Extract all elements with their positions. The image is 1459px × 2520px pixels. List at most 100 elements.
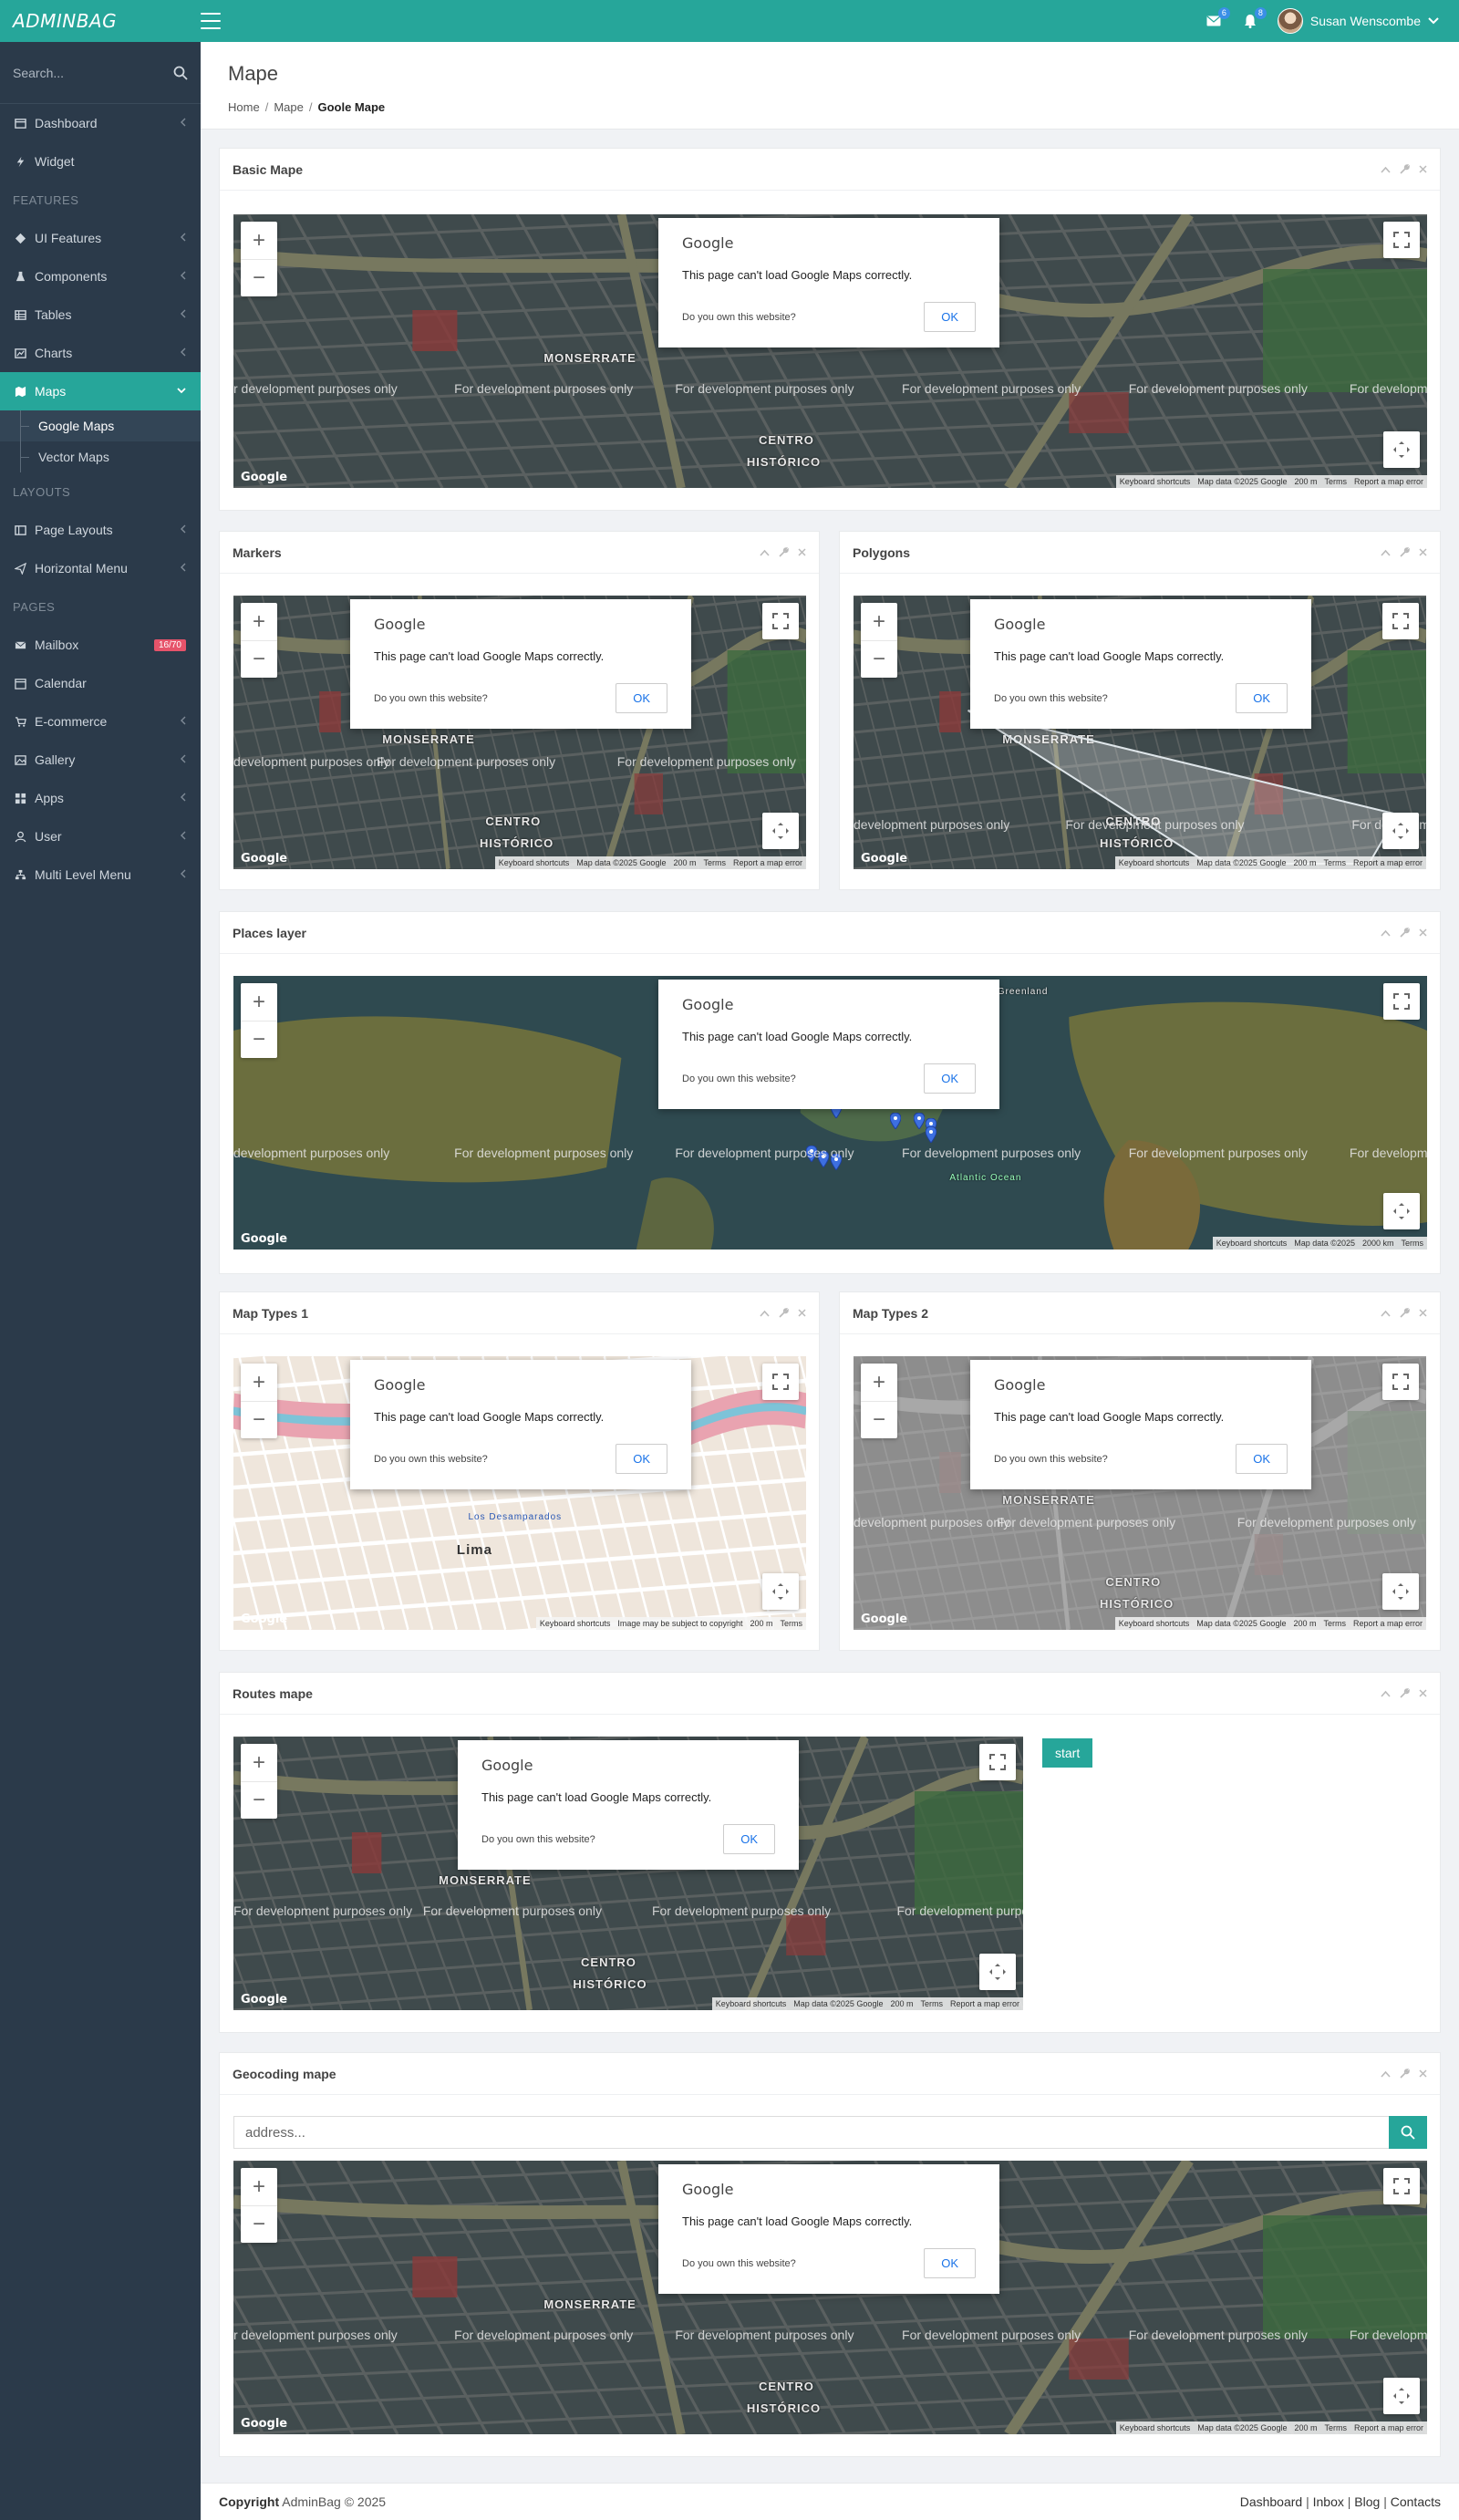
- close-icon[interactable]: [1419, 2069, 1427, 2078]
- keyboard-shortcuts-link[interactable]: Keyboard shortcuts: [1120, 2423, 1191, 2432]
- sidebar-item-widget[interactable]: Widget: [0, 142, 201, 181]
- pan-camera-button[interactable]: [1382, 1573, 1419, 1610]
- map-marker-icon[interactable]: [926, 1126, 937, 1143]
- scale[interactable]: 200 m: [1293, 1619, 1316, 1628]
- zoom-out-button[interactable]: −: [241, 2205, 277, 2243]
- collapse-icon[interactable]: [1381, 929, 1391, 937]
- sidebar-item-ui-features[interactable]: UI Features: [0, 219, 201, 257]
- terms-link[interactable]: Terms: [1324, 2423, 1347, 2432]
- dialog-ok-button[interactable]: OK: [924, 1063, 976, 1094]
- scale[interactable]: 200 m: [1294, 477, 1317, 486]
- zoom-in-button[interactable]: +: [241, 603, 277, 640]
- dialog-ok-button[interactable]: OK: [723, 1824, 775, 1854]
- fullscreen-button[interactable]: [762, 603, 799, 639]
- keyboard-shortcuts-link[interactable]: Keyboard shortcuts: [716, 1999, 787, 2008]
- wrench-icon[interactable]: [779, 1308, 789, 1318]
- sidebar-item-calendar[interactable]: Calendar: [0, 664, 201, 702]
- zoom-out-button[interactable]: −: [241, 640, 277, 678]
- collapse-icon[interactable]: [760, 1310, 770, 1317]
- wrench-icon[interactable]: [1400, 547, 1410, 557]
- wrench-icon[interactable]: [1400, 164, 1410, 174]
- fullscreen-button[interactable]: [1383, 983, 1420, 1020]
- close-icon[interactable]: [798, 1309, 806, 1317]
- fullscreen-button[interactable]: [1383, 222, 1420, 258]
- footer-link-blog[interactable]: Blog: [1354, 2494, 1380, 2509]
- collapse-icon[interactable]: [1381, 166, 1391, 173]
- user-menu[interactable]: Susan Wenscombe: [1277, 8, 1439, 34]
- wrench-icon[interactable]: [1400, 1308, 1410, 1318]
- map-marker-icon[interactable]: [889, 1113, 901, 1129]
- mail-notification-button[interactable]: 6: [1205, 7, 1230, 30]
- dialog-ok-button[interactable]: OK: [1236, 683, 1288, 713]
- terms-link[interactable]: Terms: [1323, 858, 1346, 867]
- sidebar-item-mailbox[interactable]: Mailbox 16/70: [0, 626, 201, 664]
- sidebar-item-charts[interactable]: Charts: [0, 334, 201, 372]
- sidebar-item-apps[interactable]: Apps: [0, 779, 201, 817]
- terms-link[interactable]: Terms: [1323, 1619, 1346, 1628]
- pan-camera-button[interactable]: [762, 813, 799, 849]
- collapse-icon[interactable]: [1381, 549, 1391, 556]
- scale[interactable]: 2000 km: [1362, 1239, 1394, 1248]
- sidebar-subitem-vector-maps[interactable]: Vector Maps: [0, 441, 201, 472]
- zoom-out-button[interactable]: −: [241, 1781, 277, 1819]
- close-icon[interactable]: [1419, 1309, 1427, 1317]
- address-input[interactable]: address...: [233, 2116, 1390, 2149]
- pan-camera-button[interactable]: [979, 1954, 1016, 1990]
- close-icon[interactable]: [1419, 548, 1427, 556]
- map-canvas[interactable]: Lima Los Desamparados + − Google Keyboard sho…: [233, 1356, 806, 1630]
- zoom-out-button[interactable]: −: [861, 640, 897, 678]
- keyboard-shortcuts-link[interactable]: Keyboard shortcuts: [499, 858, 570, 867]
- close-icon[interactable]: [1419, 928, 1427, 937]
- search-input[interactable]: [13, 65, 150, 80]
- fullscreen-button[interactable]: [979, 1744, 1016, 1780]
- close-icon[interactable]: [1419, 1689, 1427, 1697]
- close-icon[interactable]: [798, 548, 806, 556]
- terms-link[interactable]: Terms: [920, 1999, 943, 2008]
- keyboard-shortcuts-link[interactable]: Keyboard shortcuts: [1216, 1239, 1288, 1248]
- zoom-in-button[interactable]: +: [241, 1364, 277, 1401]
- footer-link-contacts[interactable]: Contacts: [1391, 2494, 1441, 2509]
- map-canvas[interactable]: MONSERRATE CENTRO HISTÓRICO development pur…: [233, 596, 806, 869]
- zoom-in-button[interactable]: +: [241, 2168, 277, 2205]
- breadcrumb-home[interactable]: Home: [228, 100, 260, 114]
- map-marker-icon[interactable]: [914, 1113, 926, 1129]
- zoom-in-button[interactable]: +: [861, 603, 897, 640]
- collapse-icon[interactable]: [1381, 1690, 1391, 1697]
- fullscreen-button[interactable]: [1382, 1364, 1419, 1400]
- zoom-out-button[interactable]: −: [861, 1401, 897, 1438]
- map-canvas[interactable]: MONSERRATE CENTRO HISTÓRICO For development…: [233, 1737, 1023, 2010]
- fullscreen-button[interactable]: [1382, 603, 1419, 639]
- zoom-out-button[interactable]: −: [241, 1021, 277, 1058]
- keyboard-shortcuts-link[interactable]: Keyboard shortcuts: [1120, 477, 1191, 486]
- start-route-button[interactable]: start: [1042, 1738, 1093, 1768]
- pan-camera-button[interactable]: [1383, 1193, 1420, 1229]
- sidebar-item-tables[interactable]: Tables: [0, 296, 201, 334]
- bell-notification-button[interactable]: 8: [1241, 7, 1267, 30]
- report-map-error-link[interactable]: Report a map error: [733, 858, 802, 867]
- report-map-error-link[interactable]: Report a map error: [1353, 858, 1423, 867]
- dialog-ok-button[interactable]: OK: [616, 683, 667, 713]
- geocode-search-button[interactable]: [1389, 2116, 1427, 2149]
- sidebar-item-e-commerce[interactable]: E-commerce: [0, 702, 201, 741]
- scale[interactable]: 200 m: [750, 1619, 772, 1628]
- zoom-in-button[interactable]: +: [241, 222, 277, 259]
- sidebar-item-user[interactable]: User: [0, 817, 201, 856]
- sidebar-item-components[interactable]: Components: [0, 257, 201, 296]
- dialog-ok-button[interactable]: OK: [616, 1444, 667, 1474]
- report-map-error-link[interactable]: Report a map error: [1354, 477, 1423, 486]
- zoom-out-button[interactable]: −: [241, 259, 277, 296]
- wrench-icon[interactable]: [1400, 1688, 1410, 1698]
- report-map-error-link[interactable]: Report a map error: [950, 1999, 1019, 2008]
- pan-camera-button[interactable]: [1382, 813, 1419, 849]
- terms-link[interactable]: Terms: [1402, 1239, 1424, 1248]
- dialog-ok-button[interactable]: OK: [1236, 1444, 1288, 1474]
- search-icon[interactable]: [173, 66, 188, 80]
- dialog-ok-button[interactable]: OK: [924, 302, 976, 332]
- sidebar-item-multi-level-menu[interactable]: Multi Level Menu: [0, 856, 201, 894]
- fullscreen-button[interactable]: [1383, 2168, 1420, 2204]
- report-map-error-link[interactable]: Report a map error: [1353, 1619, 1423, 1628]
- pan-camera-button[interactable]: [1383, 2378, 1420, 2414]
- app-logo[interactable]: ADMINBAG: [0, 0, 201, 42]
- dialog-ok-button[interactable]: OK: [924, 2248, 976, 2278]
- scale[interactable]: 200 m: [890, 1999, 913, 2008]
